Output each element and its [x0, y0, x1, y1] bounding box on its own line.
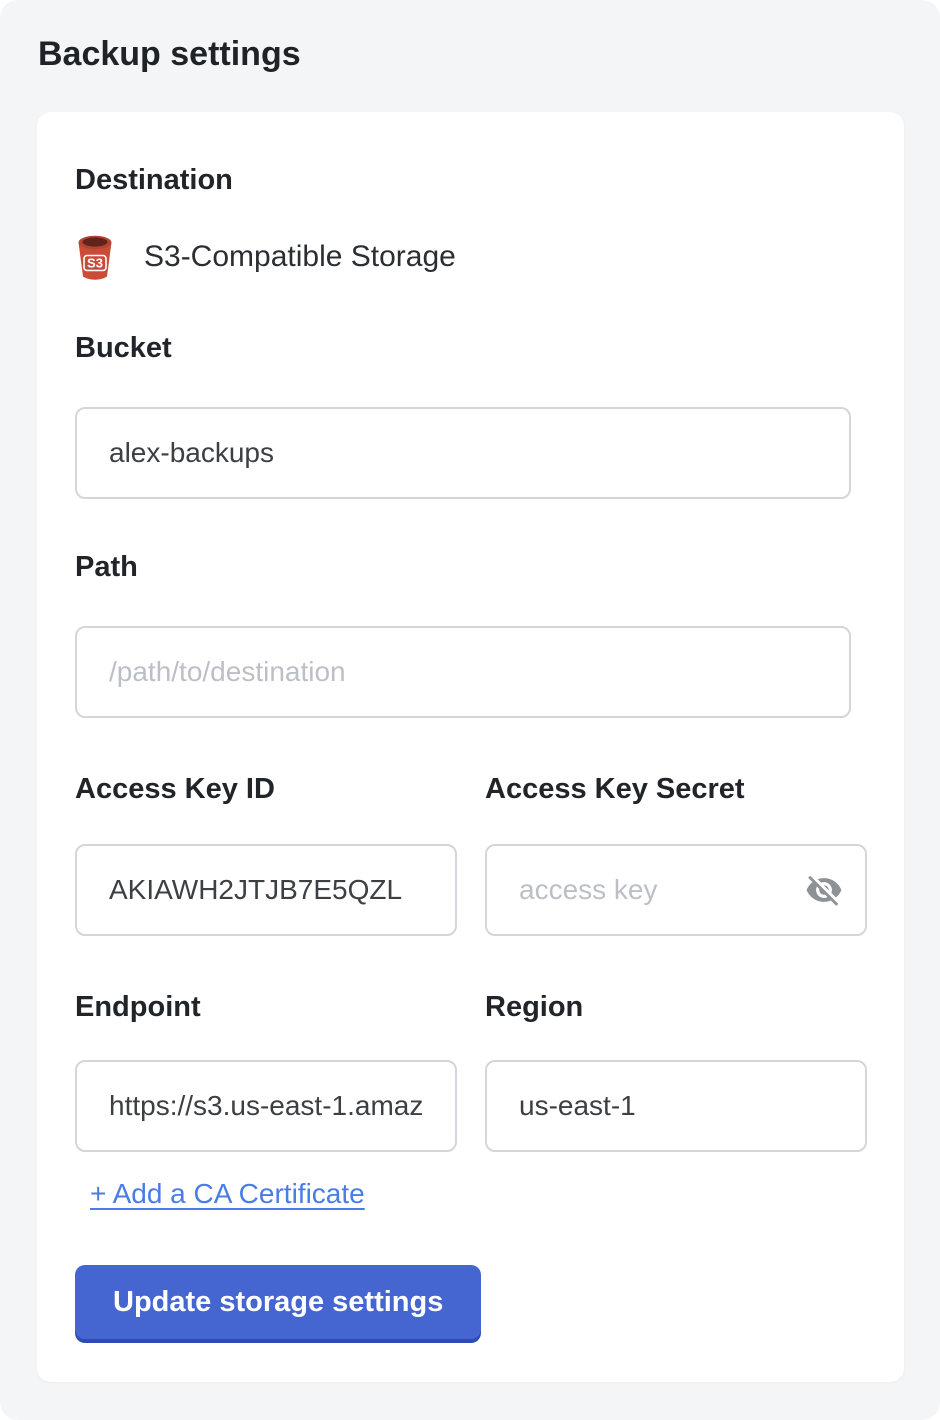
eye-off-icon[interactable]	[805, 871, 843, 909]
s3-bucket-icon: S3	[75, 233, 115, 281]
region-label: Region	[485, 992, 867, 1022]
path-input[interactable]	[75, 626, 851, 718]
bucket-label: Bucket	[75, 333, 864, 363]
endpoint-label: Endpoint	[75, 992, 457, 1022]
access-key-secret-field: Access Key Secret	[485, 774, 867, 936]
access-key-id-input[interactable]	[75, 844, 457, 936]
region-field: Region	[485, 992, 867, 1152]
path-label: Path	[75, 552, 864, 582]
region-input[interactable]	[485, 1060, 867, 1152]
backup-settings-page: Backup settings Destination S3 S3-Compat…	[0, 0, 940, 1420]
access-key-id-field: Access Key ID	[75, 774, 457, 936]
endpoint-field: Endpoint	[75, 992, 457, 1152]
endpoint-region-row: Endpoint Region	[75, 992, 864, 1152]
destination-value-row: S3 S3-Compatible Storage	[75, 233, 864, 281]
svg-text:S3: S3	[87, 256, 103, 271]
bucket-input[interactable]	[75, 407, 851, 499]
destination-value: S3-Compatible Storage	[144, 240, 456, 274]
update-storage-settings-button[interactable]: Update storage settings	[75, 1265, 481, 1339]
add-ca-certificate-link[interactable]: + Add a CA Certificate	[90, 1178, 365, 1210]
access-key-secret-label: Access Key Secret	[485, 774, 867, 804]
page-title: Backup settings	[0, 0, 940, 74]
backup-settings-card: Destination S3 S3-Compatible Storage Buc…	[37, 112, 904, 1382]
destination-label: Destination	[75, 165, 864, 195]
access-key-id-label: Access Key ID	[75, 774, 457, 804]
endpoint-input[interactable]	[75, 1060, 457, 1152]
access-keys-row: Access Key ID Access Key Secret	[75, 774, 864, 936]
